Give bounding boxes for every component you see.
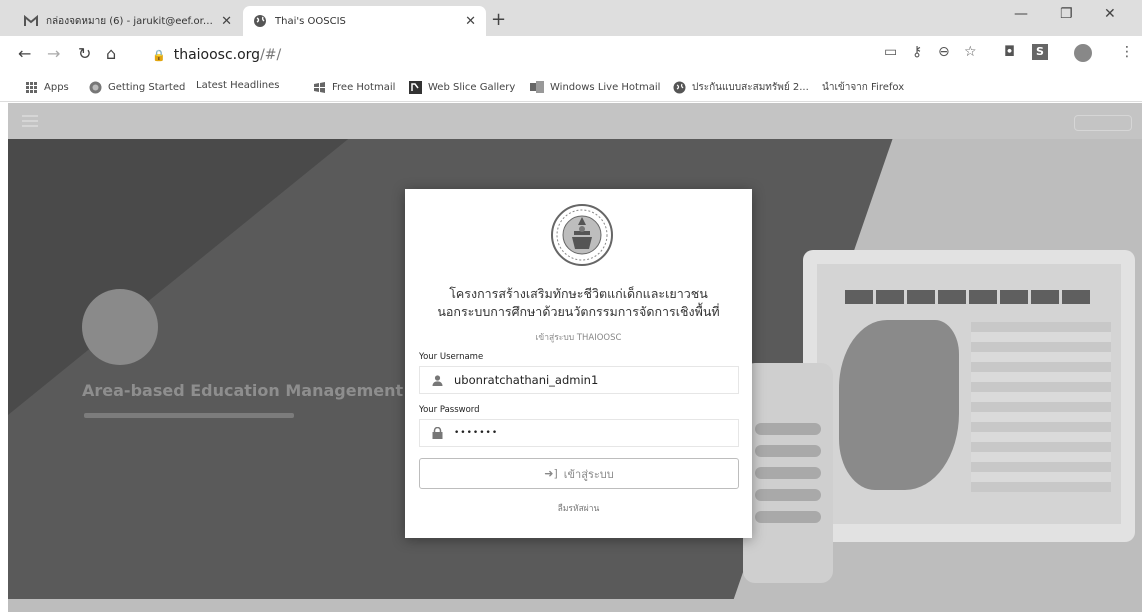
reload-icon[interactable]: ↻ — [78, 44, 91, 63]
phone-button — [755, 445, 821, 457]
bookmark-import-firefox[interactable]: นำเข้าจาก Firefox — [822, 80, 904, 196]
globe-icon — [672, 81, 686, 95]
hero-logo — [82, 289, 158, 365]
avatar-icon[interactable] — [1074, 44, 1092, 62]
bookmark-apps[interactable]: Apps — [24, 80, 69, 94]
cast-icon[interactable]: ▭ — [884, 44, 897, 60]
forgot-password-link[interactable]: ลืมรหัสผ่าน — [405, 501, 752, 515]
modal-subtitle: เข้าสู่ระบบ THAIOOSC — [535, 333, 622, 343]
dashboard-bars — [845, 290, 1093, 304]
key-icon[interactable]: ⚷ — [912, 44, 922, 60]
login-button-label: เข้าสู่ระบบ — [563, 467, 614, 481]
windows-icon — [312, 80, 326, 94]
bookmarks-bar: Apps Getting Started Latest Headlines Fr… — [0, 74, 1142, 196]
bookmark-getting-started[interactable]: Getting Started — [88, 80, 185, 94]
login-button[interactable]: ➜] เข้าสู่ระบบ — [419, 458, 739, 489]
bookmark-windows-live-hotmail[interactable]: Windows Live Hotmail — [530, 80, 660, 94]
home-icon[interactable]: ⌂ — [106, 44, 116, 63]
laptop-mockup — [803, 250, 1135, 542]
browser-toolbar: ← → ↻ ⌂ 🔒 thaioosc.org/#/ ▭ ⚷ ⊖ ☆ ◘ S ⋮ — [0, 36, 1142, 74]
phone-button — [755, 423, 821, 435]
restore-icon[interactable]: ❐ — [1060, 6, 1073, 22]
menu-dots-icon[interactable]: ⋮ — [1120, 44, 1134, 60]
lock-icon: 🔒 — [152, 48, 166, 62]
user-icon — [430, 374, 444, 386]
ie-icon — [408, 80, 422, 94]
bookmark-web-slice-gallery[interactable]: Web Slice Gallery — [408, 80, 515, 94]
hero-title: Area-based Education Management — [82, 381, 404, 400]
phone-button — [755, 467, 821, 479]
close-tab-icon[interactable]: ✕ — [221, 14, 232, 29]
hotmail-icon — [530, 80, 544, 94]
tab-title: กล่องจดหมาย (6) - jarukit@eef.or.th - — [46, 15, 216, 27]
login-modal: โครงการสร้างเสริมทักษะชีวิตแก่เด็กและเยา… — [405, 189, 752, 538]
star-icon[interactable]: ☆ — [964, 44, 977, 60]
tab-title: Thai's OOSCIS — [275, 15, 346, 27]
back-icon[interactable]: ← — [18, 44, 31, 63]
tab-gmail[interactable]: กล่องจดหมาย (6) - jarukit@eef.or.th - ✕ — [14, 6, 242, 36]
modal-title-line1: โครงการสร้างเสริมทักษะชีวิตแก่เด็กและเยา… — [449, 286, 708, 301]
site-header — [8, 103, 1142, 139]
hamburger-icon — [22, 115, 38, 127]
password-field[interactable]: ••••••• — [419, 419, 739, 447]
hero-subtitle-bar — [84, 413, 294, 418]
ministry-seal-icon — [551, 204, 613, 266]
tab-thaioosc[interactable]: Thai's OOSCIS ✕ — [243, 6, 486, 36]
username-value: ubonratchathani_admin1 — [454, 373, 599, 387]
camera-icon[interactable]: ◘ — [1004, 44, 1015, 60]
forward-icon[interactable]: → — [47, 44, 60, 63]
sign-in-icon: ➜] — [544, 467, 558, 480]
login-pill — [1074, 115, 1132, 131]
address-bar[interactable]: 🔒 thaioosc.org/#/ — [152, 44, 281, 66]
minimize-icon[interactable]: — — [1014, 6, 1028, 22]
bookmark-free-hotmail[interactable]: Free Hotmail — [312, 80, 395, 94]
phone-button — [755, 489, 821, 501]
phone-mockup — [743, 363, 833, 583]
username-field[interactable]: ubonratchathani_admin1 — [419, 366, 739, 394]
tab-strip: กล่องจดหมาย (6) - jarukit@eef.or.th - ✕ … — [0, 0, 1142, 36]
modal-title-line2: นอกระบบการศึกษาด้วยนวัตกรรมการจัดการเชิง… — [437, 304, 720, 319]
bookmark-latest-headlines[interactable]: Latest Headlines — [196, 80, 280, 196]
apps-grid-icon — [24, 80, 38, 94]
gmail-icon — [24, 14, 38, 28]
url-path: /#/ — [260, 47, 282, 63]
globe-icon — [253, 14, 267, 28]
bookmark-insurance[interactable]: ประกันแบบสะสมทรัพย์ 2... — [672, 80, 809, 95]
firefox-icon — [88, 80, 102, 94]
close-window-icon[interactable]: ✕ — [1104, 6, 1116, 22]
close-tab-icon[interactable]: ✕ — [465, 14, 476, 29]
padlock-icon — [430, 427, 444, 439]
extension-s-icon[interactable]: S — [1032, 44, 1048, 60]
password-label: Your Password — [419, 405, 480, 415]
new-tab-icon[interactable]: + — [491, 9, 506, 30]
url-host: thaioosc.org — [173, 47, 261, 63]
username-label: Your Username — [419, 352, 484, 362]
dashboard-table — [971, 322, 1111, 492]
zoom-icon[interactable]: ⊖ — [938, 44, 950, 60]
phone-button — [755, 511, 821, 523]
dashboard-map — [839, 320, 959, 490]
password-value: ••••••• — [454, 428, 499, 438]
